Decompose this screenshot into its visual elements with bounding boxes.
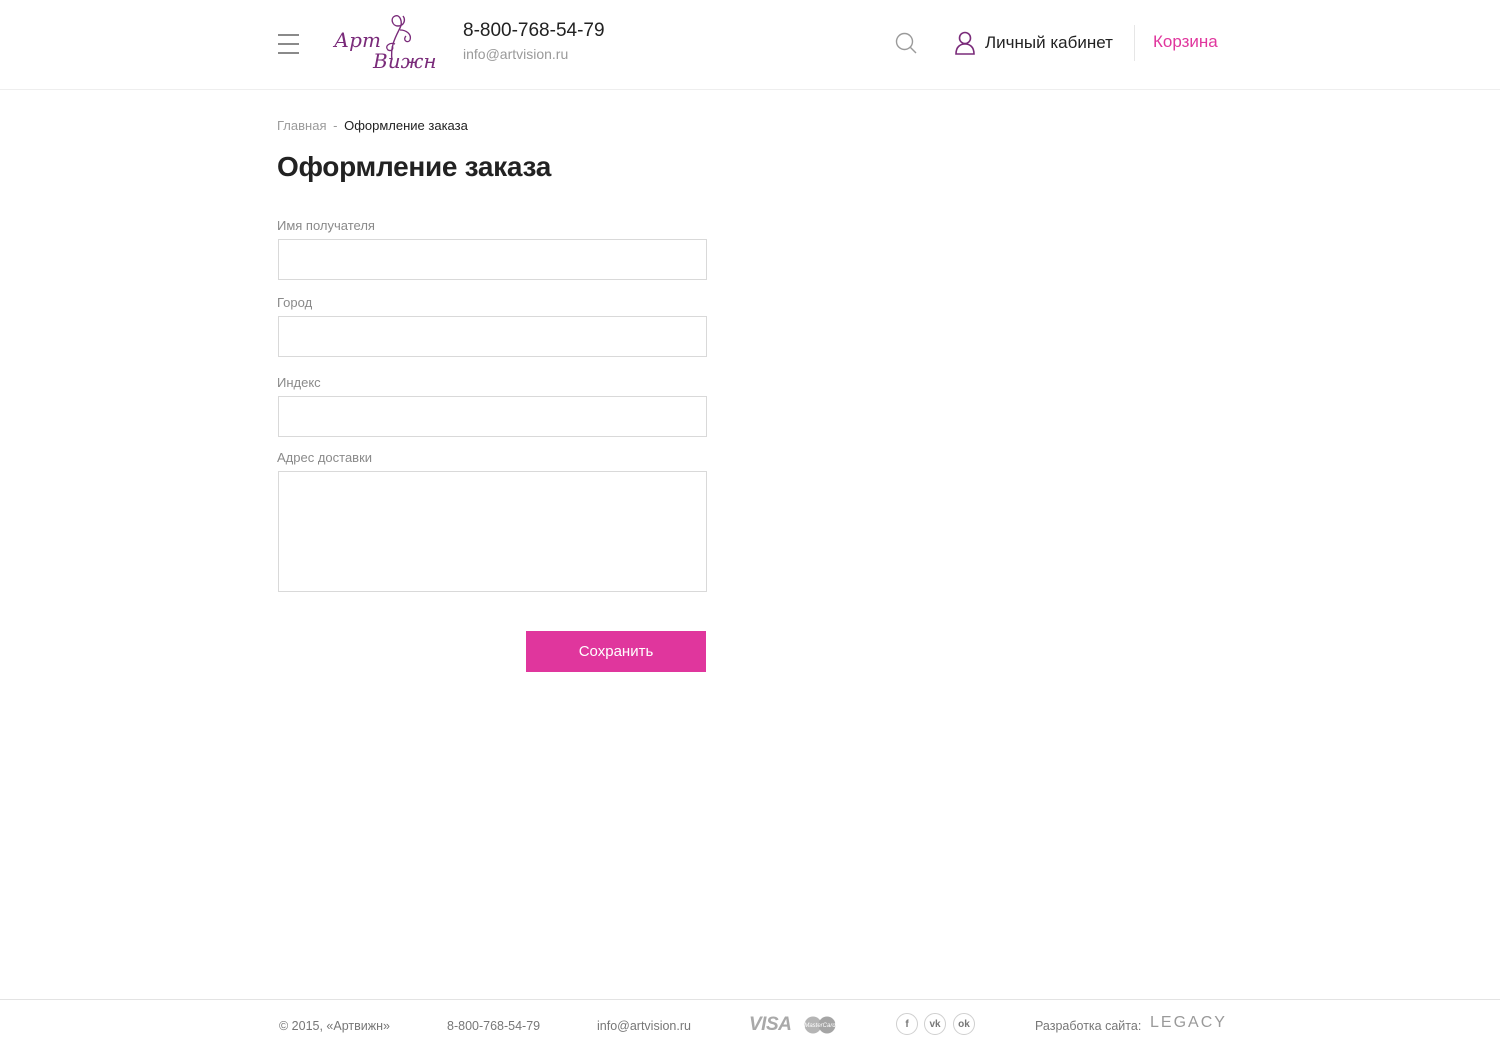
breadcrumb-current: Оформление заказа [344,118,468,133]
mastercard-text: MasterCard [804,1023,836,1029]
recipient-name-input[interactable] [278,239,707,280]
city-input[interactable] [278,316,707,357]
site-logo[interactable]: Арт Вижн [330,8,437,78]
odnoklassniki-icon[interactable]: ok [953,1013,975,1035]
delivery-address-textarea[interactable] [278,471,707,592]
header-email[interactable]: info@artvision.ru [463,46,568,62]
facebook-icon[interactable]: f [896,1013,918,1035]
vk-icon[interactable]: vk [924,1013,946,1035]
breadcrumb: Главная - Оформление заказа [277,118,468,133]
breadcrumb-separator: - [333,118,338,133]
header-divider [1134,25,1135,61]
city-label: Город [277,295,313,310]
delivery-address-label: Адрес доставки [277,450,373,465]
cart-link[interactable]: Корзина [1153,32,1218,52]
hamburger-line [278,34,299,36]
breadcrumb-home-link[interactable]: Главная [277,118,326,133]
hamburger-menu-icon[interactable] [278,33,299,55]
search-icon[interactable] [894,31,918,55]
logo-text-line2: Вижн [373,49,437,73]
header-phone[interactable]: 8-800-768-54-79 [463,20,605,42]
hamburger-line [278,52,299,54]
hamburger-line [278,43,299,45]
postal-code-label: Индекс [277,375,321,390]
postal-code-input[interactable] [278,396,707,437]
visa-logo: VISA [749,1014,792,1035]
page-title: Оформление заказа [277,151,551,182]
footer-phone[interactable]: 8-800-768-54-79 [447,1019,540,1033]
developer-logo[interactable]: LEGACY [1150,1014,1227,1032]
personal-account-label: Личный кабинет [985,33,1113,52]
mastercard-logo: MasterCard [804,1016,836,1034]
footer-email[interactable]: info@artvision.ru [597,1019,691,1033]
personal-account-link[interactable]: Личный кабинет [954,30,1113,56]
site-header: Арт Вижн 8-800-768-54-79 info@artvision.… [0,0,1500,90]
footer-copyright: © 2015, «Артвижн» [279,1019,390,1033]
recipient-name-label: Имя получателя [277,218,375,233]
user-icon [955,31,975,55]
footer-dev-label: Разработка сайта: [1035,1019,1142,1033]
site-footer: © 2015, «Артвижн» 8-800-768-54-79 info@a… [0,999,1500,1050]
save-button[interactable]: Сохранить [526,631,706,672]
